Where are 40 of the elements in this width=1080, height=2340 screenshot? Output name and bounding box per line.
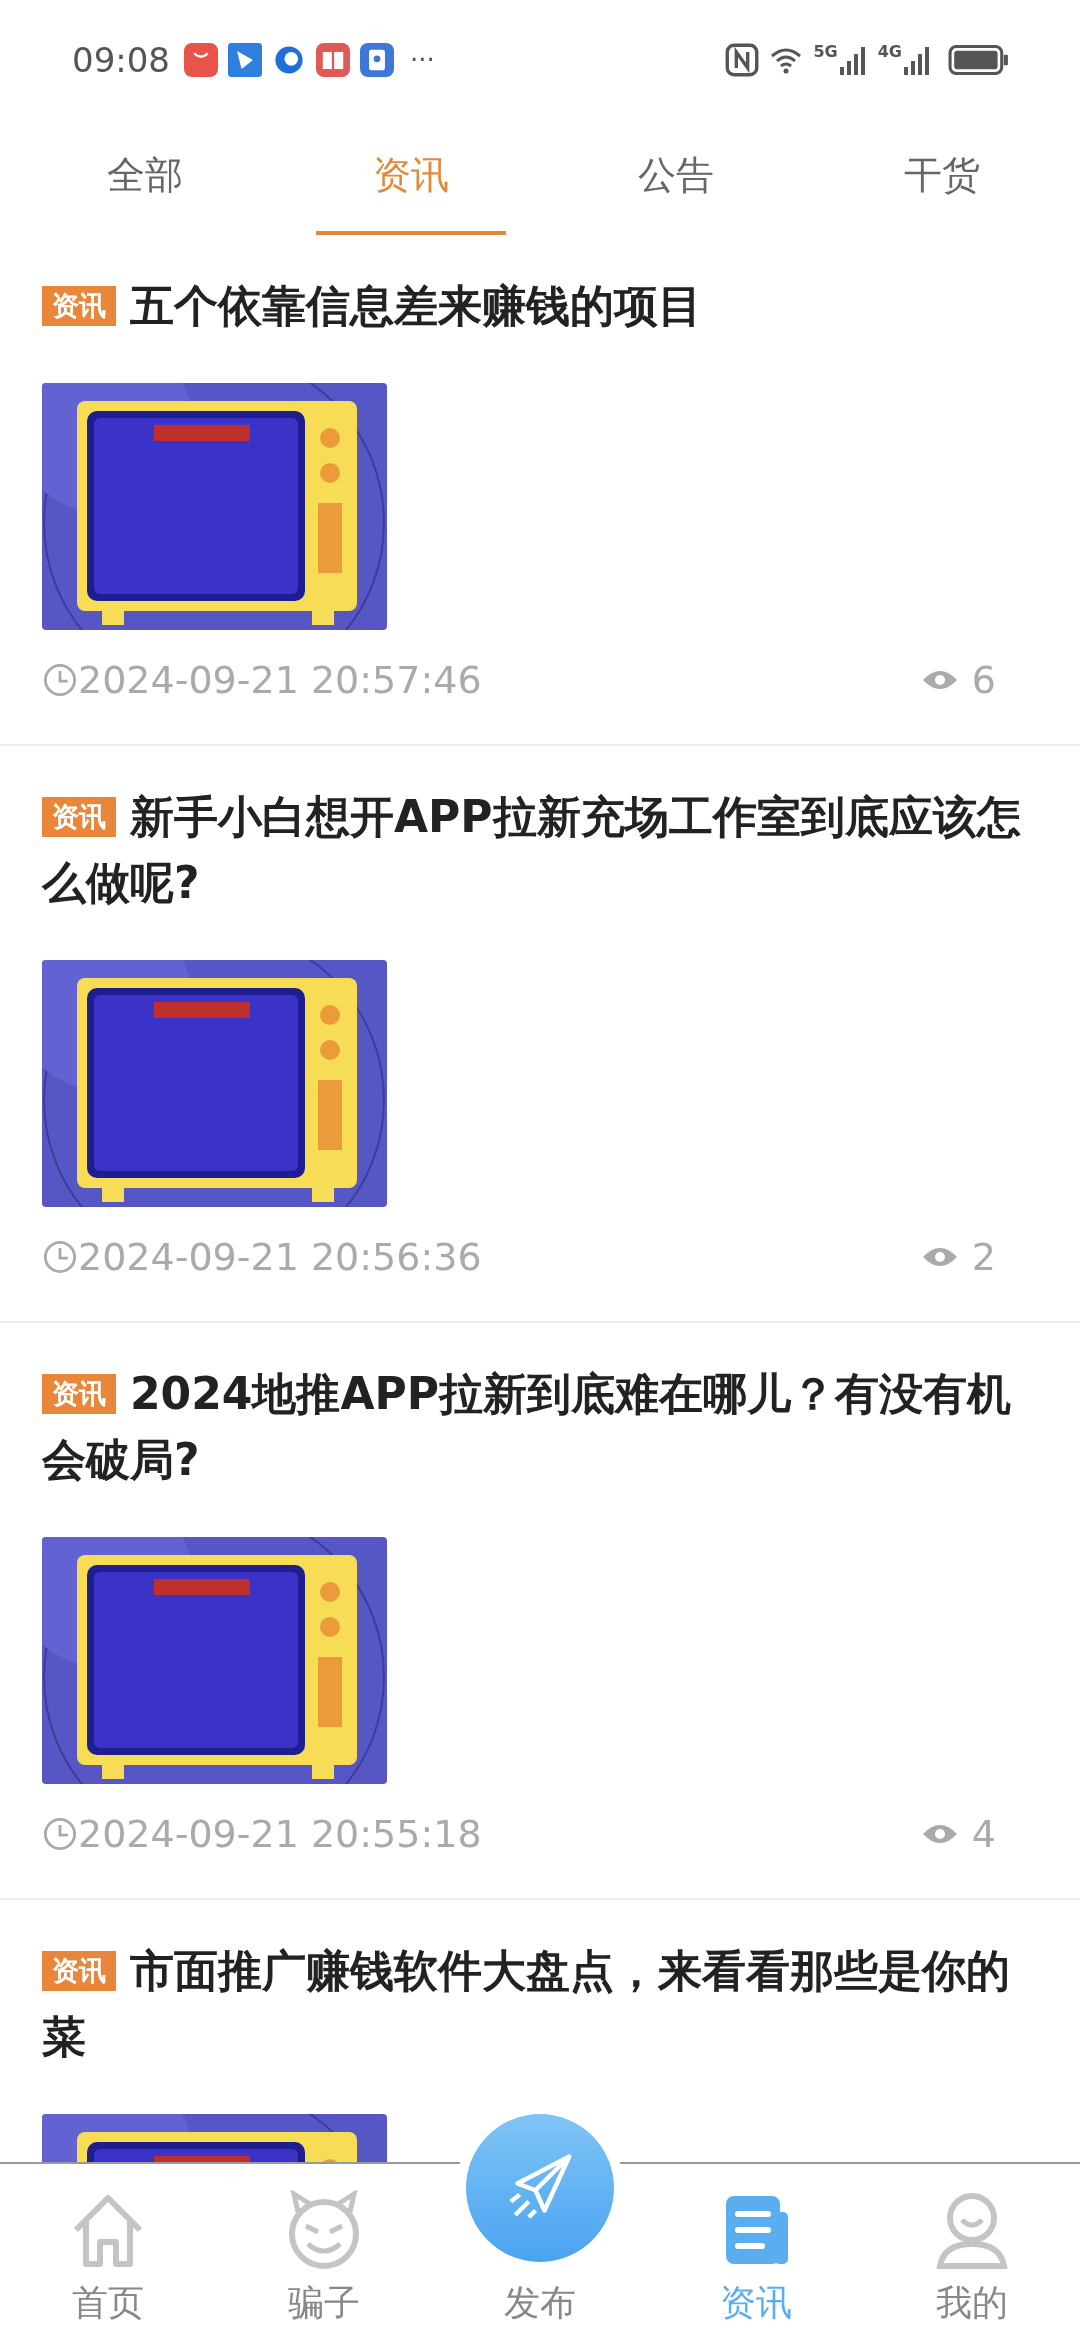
article-title[interactable]: 资讯 五个依靠信息差来赚钱的项目 — [42, 273, 1038, 339]
signal-icon — [839, 44, 868, 76]
clock-icon — [42, 1239, 78, 1275]
book-notification-icon — [316, 43, 350, 77]
app-notification-icon — [360, 43, 394, 77]
nav-tab[interactable]: 骗子 — [216, 2164, 432, 2340]
view-count: 6 — [971, 658, 996, 702]
category-tag: 资讯 — [42, 797, 116, 837]
category-tag: 资讯 — [42, 286, 116, 326]
category-tab[interactable]: 公告 — [581, 120, 772, 235]
status-time: 09:08 — [72, 40, 170, 80]
category-tag: 资讯 — [42, 1374, 116, 1414]
eye-icon — [921, 1822, 958, 1846]
category-tab[interactable]: 干货 — [847, 120, 1037, 235]
publish-time: 2024-09-21 20:56:36 — [78, 1235, 482, 1279]
article-title[interactable]: 资讯 市面推广赚钱软件大盘点，来看看那些是你的菜 — [42, 1938, 1038, 2070]
signal-icon — [904, 44, 932, 76]
category-tab[interactable]: 全部 — [50, 120, 240, 235]
nav-tab[interactable]: 首页 — [0, 2164, 216, 2340]
clock-icon — [42, 1816, 78, 1852]
clock-icon — [42, 662, 78, 698]
view-count: 4 — [971, 1812, 996, 1856]
eye-icon — [921, 668, 958, 692]
article-title[interactable]: 资讯 新手小白想开APP拉新充场工作室到底应该怎么做呢? — [42, 784, 1038, 916]
network-type: 4G — [877, 41, 902, 61]
publish-label[interactable]: 发布 — [504, 2278, 576, 2328]
nav-tab[interactable]: 我的 — [864, 2164, 1080, 2340]
app-notification-icon — [228, 43, 262, 77]
battery-icon — [948, 44, 1010, 76]
app-notification-icon — [272, 43, 306, 77]
article-title[interactable]: 资讯 2024地推APP拉新到底难在哪儿？有没有机会破局? — [42, 1361, 1038, 1493]
nfc-icon — [725, 43, 760, 77]
category-tag: 资讯 — [42, 1951, 116, 1991]
view-count: 2 — [971, 1235, 996, 1279]
network-type: 5G — [813, 41, 838, 61]
eye-icon — [921, 1245, 958, 1269]
publish-time: 2024-09-21 20:55:18 — [78, 1812, 482, 1856]
more-notifications: ··· — [410, 45, 435, 75]
app-notification-icon — [184, 43, 218, 77]
publish-time: 2024-09-21 20:57:46 — [78, 658, 482, 702]
